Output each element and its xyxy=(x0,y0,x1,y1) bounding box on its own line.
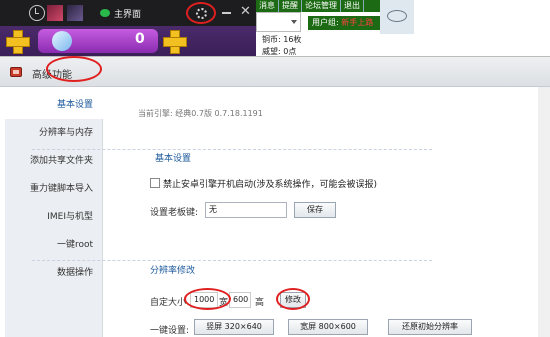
nav-reminders[interactable]: 提醒 xyxy=(279,0,302,12)
forum-nav: 消息 提醒 论坛管理 退出 xyxy=(256,0,380,12)
oneclick-label: 一键设置: xyxy=(150,326,190,336)
nav-logout[interactable]: 退出 xyxy=(341,0,364,12)
boss-key-input[interactable]: 无 xyxy=(205,202,287,218)
eye-icon[interactable] xyxy=(100,9,110,17)
fish-icon xyxy=(387,10,407,22)
sidebar-item-data[interactable]: 数据操作 xyxy=(5,259,103,287)
forum-dropdown[interactable] xyxy=(256,12,301,32)
app-thumbnail-1[interactable] xyxy=(47,5,63,21)
forum-header: 消息 提醒 论坛管理 退出 用户组: 新手上路 铜币: 16枚 威望: 0点 xyxy=(256,0,550,56)
landscape-button[interactable]: 宽屏 800×600 xyxy=(288,319,368,335)
plus-icon[interactable] xyxy=(163,30,187,54)
autostart-label: 禁止安卓引擎开机启动(涉及系统操作，可能会被误报) xyxy=(163,180,378,190)
user-group: 用户组: 新手上路 xyxy=(308,16,380,30)
settings-sidebar: 基本设置 分辨率与内存 添加共享文件夹 重力键脚本导入 IMEI与机型 一键ro… xyxy=(5,91,103,337)
sidebar-item-shared-folder[interactable]: 添加共享文件夹 xyxy=(5,147,103,175)
plus-icon[interactable] xyxy=(6,30,30,54)
nav-messages[interactable]: 消息 xyxy=(256,0,279,12)
save-button[interactable]: 保存 xyxy=(294,202,336,218)
user-group-label: 用户组: xyxy=(312,18,342,27)
sidebar-item-root[interactable]: 一键root xyxy=(5,231,103,259)
highlight-circle xyxy=(276,288,310,310)
nav-forum-admin[interactable]: 论坛管理 xyxy=(302,0,341,12)
basic-section-title: 基本设置 xyxy=(155,154,192,164)
resolution-section-title: 分辨率修改 xyxy=(150,266,196,276)
sidebar-item-resolution[interactable]: 分辨率与内存 xyxy=(5,119,103,147)
user-group-value[interactable]: 新手上路 xyxy=(341,18,373,27)
diamond-icon xyxy=(52,31,72,51)
engine-version: 当前引擎: 经典0.7版 0.7.18.1191 xyxy=(138,109,263,118)
clock-icon[interactable] xyxy=(29,5,45,21)
advanced-dialog: 高级功能 基本设置 分辨率与内存 添加共享文件夹 重力键脚本导入 IMEI与机型… xyxy=(0,56,550,337)
chevron-down-icon xyxy=(291,20,297,24)
custom-size-label: 自定大小 xyxy=(150,298,187,308)
emulator-toolbar: 主界面 ✕ xyxy=(0,0,256,26)
height-input[interactable]: 600 xyxy=(229,292,251,308)
restore-resolution-button[interactable]: 还原初始分辨率 xyxy=(388,319,472,335)
sidebar-item-gravity-script[interactable]: 重力键脚本导入 xyxy=(5,175,103,203)
highlight-circle xyxy=(184,288,231,310)
main-screen-tab[interactable]: 主界面 xyxy=(114,7,141,20)
avatar[interactable] xyxy=(380,0,414,34)
section-divider xyxy=(32,149,432,150)
coins-text: 铜币: 16枚 xyxy=(262,35,302,44)
section-divider xyxy=(32,260,432,261)
close-icon[interactable]: ✕ xyxy=(240,4,251,20)
height-unit: 高 xyxy=(255,298,265,308)
sidebar-item-imei[interactable]: IMEI与机型 xyxy=(5,203,103,231)
app-icon xyxy=(10,67,22,77)
autostart-checkbox[interactable] xyxy=(150,178,160,188)
portrait-button[interactable]: 竖屏 320×640 xyxy=(194,319,274,335)
settings-highlight-circle xyxy=(186,2,216,24)
sidebar-item-basic[interactable]: 基本设置 xyxy=(5,91,103,119)
scrollbar[interactable] xyxy=(538,87,550,337)
gear-icon[interactable] xyxy=(196,8,207,19)
gem-count: 0 xyxy=(135,31,145,47)
boss-key-label: 设置老板键: xyxy=(150,208,199,218)
highlight-circle xyxy=(46,56,102,82)
minimize-icon[interactable] xyxy=(222,12,231,14)
game-view: 0 xyxy=(0,26,256,56)
app-thumbnail-2[interactable] xyxy=(67,5,83,21)
